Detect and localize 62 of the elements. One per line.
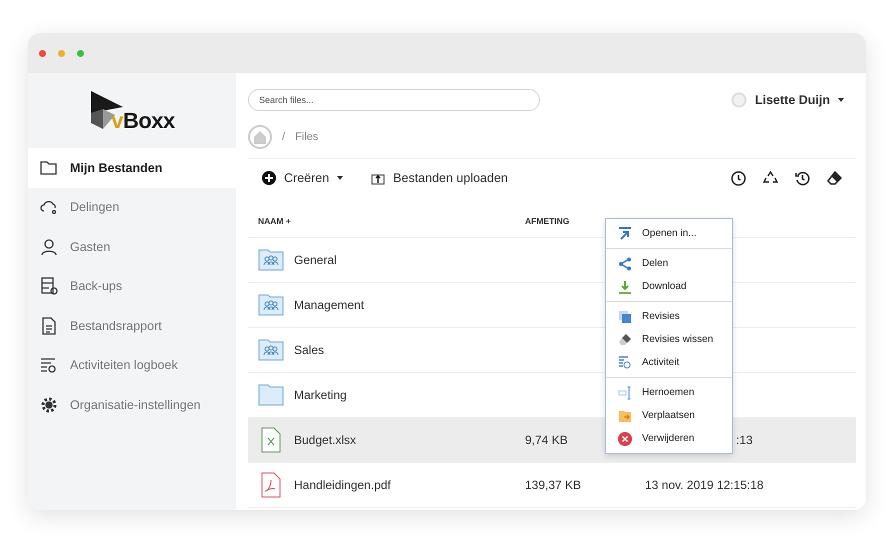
sidebar-item[interactable]: Mijn Bestanden — [28, 148, 236, 188]
file-name: Management — [294, 298, 364, 312]
folder-arrow-icon — [618, 408, 632, 422]
clock-icon[interactable] — [731, 170, 746, 186]
modified-date: :13 — [736, 433, 753, 447]
group-folder-icon — [258, 249, 284, 271]
file-size: 139,37 KB — [525, 478, 582, 492]
file-name: Sales — [294, 343, 324, 357]
recycle-icon[interactable] — [763, 170, 778, 186]
eraser-icon — [618, 332, 632, 346]
download-icon — [618, 280, 632, 294]
delete-icon — [618, 432, 632, 446]
plus-circle-icon — [262, 171, 276, 185]
group-folder-icon — [258, 294, 284, 316]
person-icon — [40, 238, 58, 256]
breadcrumb-link[interactable]: Files — [295, 131, 318, 143]
settings-icon — [40, 396, 58, 414]
search-field[interactable]: Search files... — [248, 89, 540, 111]
document-icon — [40, 316, 58, 335]
open-arrow-icon — [618, 226, 632, 240]
file-name: General — [294, 253, 337, 267]
create-button[interactable]: Creëren — [262, 171, 344, 185]
cloud-share-icon — [40, 198, 58, 216]
menu-item[interactable]: Delen — [606, 252, 732, 275]
file-row[interactable]: Handleidingen.pdf 139,37 KB 13 nov. 2019 12:15:18 — [248, 463, 856, 508]
folder-icon — [258, 384, 284, 406]
server-refresh-icon — [40, 277, 58, 296]
logo-cube-icon — [89, 90, 124, 128]
file-name: Budget.xlsx — [294, 433, 356, 447]
avatar-icon — [730, 92, 747, 108]
history-icon[interactable] — [795, 170, 810, 186]
breadcrumb-separator: / — [282, 131, 286, 143]
share-icon — [618, 256, 632, 270]
menu-item[interactable]: Verwijderen — [606, 427, 732, 450]
upload-button[interactable]: Bestanden uploaden — [371, 171, 508, 185]
user-menu[interactable]: Lisette Duijn — [730, 92, 844, 108]
text-cursor-icon — [618, 386, 632, 400]
file-name: Marketing — [294, 388, 347, 402]
group-folder-icon — [258, 339, 284, 361]
list-search-icon — [40, 356, 58, 374]
folder-icon — [40, 158, 58, 177]
menu-item[interactable]: Activiteit — [606, 351, 732, 374]
upload-icon — [371, 172, 386, 184]
caret-icon — [838, 98, 844, 102]
menu-item[interactable]: Revisies — [606, 305, 732, 328]
modified-date: 13 nov. 2019 12:15:18 — [645, 478, 764, 492]
stacked-pages-icon — [618, 310, 632, 324]
sidebar-item[interactable]: Bestandsrapport — [28, 306, 236, 346]
menu-item[interactable]: Revisies wissen — [606, 328, 732, 351]
eraser-icon[interactable] — [827, 170, 842, 186]
sidebar-item[interactable]: Activiteiten logboek — [28, 346, 236, 385]
menu-item[interactable]: Hernoemen — [606, 381, 732, 404]
column-header[interactable]: NAAM + — [258, 216, 525, 226]
sidebar-item[interactable]: Gasten — [28, 227, 236, 266]
close-window-icon[interactable] — [39, 50, 46, 56]
logo-text: vBoxx — [111, 108, 175, 134]
list-search-icon — [618, 356, 632, 370]
file-name: Handleidingen.pdf — [294, 478, 391, 492]
sidebar-item[interactable]: Organisatie-instellingen — [28, 385, 236, 424]
sidebar-item[interactable]: Delingen — [28, 188, 236, 227]
file-size: 9,74 KB — [525, 433, 568, 447]
sidebar-item[interactable]: Back-ups — [28, 266, 236, 306]
